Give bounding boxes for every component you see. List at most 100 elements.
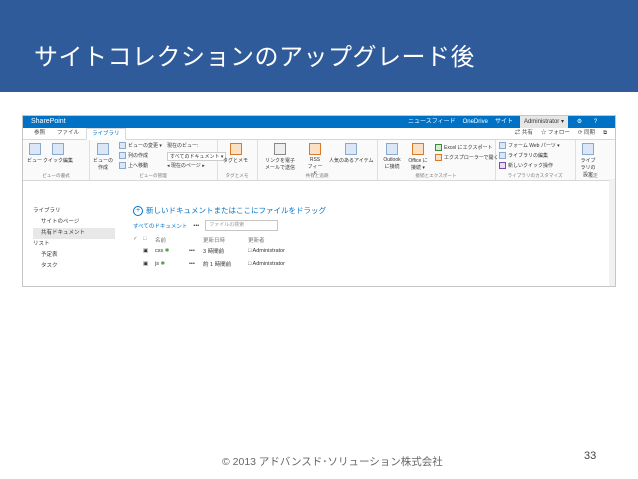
row-modified-by[interactable]: □ Administrator [248, 248, 285, 254]
tags-button[interactable]: タグとメモ [223, 143, 248, 164]
row-modified: 約 1 時間前 [203, 261, 232, 268]
modified-by-column-header[interactable]: 更新者 [248, 236, 265, 244]
folder-icon [435, 154, 442, 161]
sharepoint-brand[interactable]: SharePoint [31, 116, 66, 128]
row-name[interactable]: js ✱ [155, 261, 189, 267]
ribbon-group-customize: フォーム Web パーツ ▾ ライブラリの編集 新しいクイック操作 ライブラリの… [495, 140, 576, 180]
create-column-label: 列の作成 [128, 153, 149, 159]
user-menu[interactable]: Administrator ▾ [519, 116, 568, 128]
new-quick-step-button[interactable]: 新しいクイック操作 [499, 162, 553, 169]
help-icon[interactable]: ? [591, 116, 600, 128]
new-quick-step-label: 新しいクイック操作 [508, 163, 554, 169]
share-button[interactable]: ⇄ 共有 [515, 128, 533, 139]
folder-icon: ▣ [143, 260, 149, 267]
excel-icon [435, 144, 442, 151]
row-menu[interactable]: ••• [189, 261, 203, 267]
popular-items-icon [345, 143, 358, 155]
navigate-up-label: 上へ移動 [128, 163, 149, 169]
sync-button[interactable]: ⟳ 同期 [578, 128, 595, 139]
focus-button[interactable]: ⧉ [603, 128, 607, 139]
modified-column-header[interactable]: 更新日時 [203, 236, 248, 244]
row-name-text: js [155, 260, 159, 267]
row-name[interactable]: css ✱ [155, 248, 189, 254]
sync-icon: ⟳ [577, 130, 583, 136]
select-all-checkbox[interactable]: ✓ [133, 236, 143, 244]
quick-launch: ライブラリ サイトのページ 共有ドキュメント リスト 予定表 タスク [33, 206, 115, 272]
tab-library[interactable]: ライブラリ [86, 128, 126, 140]
create-view-label: ビューの作成 [93, 158, 114, 171]
form-webparts-icon [499, 142, 506, 149]
ribbon-tabs: 参照 ファイル ライブラリ ⇄ 共有 ☆ フォロー ⟳ 同期 ⧉ [23, 128, 615, 140]
vertical-scrollbar[interactable] [609, 179, 615, 286]
excel-export-label: Excel にエクスポート [444, 145, 493, 151]
sharepoint-suite-bar: SharePoint ニュースフィード OneDrive サイト Adminis… [23, 116, 615, 128]
newsfeed-link[interactable]: ニュースフィード [408, 116, 456, 128]
form-webparts-button[interactable]: フォーム Web パーツ ▾ [499, 142, 560, 149]
group-label-tags: タグとメモ [225, 173, 249, 178]
nav-tasks[interactable]: タスク [33, 261, 115, 272]
group-label-view-manage: ビューの管理 [139, 173, 167, 178]
onedrive-link[interactable]: OneDrive [463, 116, 488, 128]
edit-library-button[interactable]: ライブラリの編集 [499, 152, 548, 159]
rss-button[interactable]: RSS フィード [307, 143, 323, 177]
quick-edit-button[interactable]: クイック編集 [43, 143, 73, 164]
create-view-icon [97, 143, 109, 155]
tab-browse[interactable]: 参照 [29, 128, 50, 139]
outlook-connect-button[interactable]: Outlook に接続 [381, 143, 403, 170]
list-header: ✓ □ 名前 更新日時 更新者 [133, 236, 326, 244]
view-icon [28, 143, 41, 155]
table-row[interactable]: ▣ js ✱ ••• 約 1 時間前 □ Administrator [133, 257, 326, 270]
nav-shared-documents[interactable]: 共有ドキュメント [33, 228, 115, 239]
create-view-button[interactable]: ビューの作成 [93, 143, 113, 171]
row-modified-by[interactable]: □ Administrator [248, 261, 285, 267]
current-page-pager[interactable]: ◂ 現在のページ ▸ [167, 162, 205, 169]
office-label: Office に接続 ▾ [408, 158, 428, 171]
folder-icon: ▣ [143, 247, 149, 254]
row-name-text: css [155, 247, 164, 254]
type-column-header[interactable]: □ [143, 236, 155, 244]
nav-libraries[interactable]: ライブラリ [33, 206, 115, 217]
ribbon: ビュー クイック編集 ビューの書式 ビューの作成 ビューの変更 ▾ 列の作成 上… [23, 140, 615, 181]
suite-links: ニュースフィード OneDrive サイト Administrator ▾ ⚙ … [408, 116, 600, 128]
edit-library-label: ライブラリの編集 [508, 153, 549, 159]
tags-icon [229, 143, 242, 155]
row-modified: 3 時間前 [203, 248, 225, 255]
all-documents-view[interactable]: すべてのドキュメント [133, 222, 187, 230]
popular-items-button[interactable]: 人気のあるアイテム [329, 143, 374, 164]
modify-view-button[interactable]: ビューの変更 ▾ [119, 142, 162, 149]
row-menu[interactable]: ••• [189, 248, 203, 254]
sites-link[interactable]: サイト [495, 116, 513, 128]
new-document-link[interactable]: + 新しいドキュメントまたはここにファイルをドラッグ [133, 205, 326, 216]
nav-site-pages[interactable]: サイトのページ [33, 217, 115, 228]
table-row[interactable]: ▣ css ✱ ••• 3 時間前 □ Administrator [133, 244, 326, 257]
excel-export-button[interactable]: Excel にエクスポート [435, 144, 492, 151]
current-view-label: 現在のビュー: [167, 143, 199, 149]
plus-icon: + [133, 205, 143, 216]
email-link-button[interactable]: リンクを電子メールで送信 [263, 143, 297, 171]
follow-button[interactable]: ☆ フォロー [541, 128, 570, 139]
tab-files[interactable]: ファイル [52, 128, 84, 139]
navigate-up-button[interactable]: 上へ移動 [119, 162, 148, 169]
share-label: 共有 [521, 130, 533, 136]
slide-footer: © 2013 アドバンスド･ソリューション株式会社 [222, 456, 443, 468]
navigate-up-icon [119, 162, 126, 169]
search-input[interactable]: ファイルの検索 [205, 220, 279, 231]
create-column-button[interactable]: 列の作成 [119, 152, 148, 159]
view-selector-row: すべてのドキュメント ••• ファイルの検索 [133, 220, 326, 231]
view-more-menu[interactable]: ••• [193, 223, 199, 229]
new-badge: ✱ [164, 247, 170, 254]
explorer-open-label: エクスプローラーで開く [444, 155, 499, 161]
group-label-view-format: ビューの書式 [42, 173, 70, 178]
nav-lists[interactable]: リスト [33, 239, 115, 250]
modify-view-label: ビューの変更 ▾ [128, 143, 162, 149]
ribbon-group-view-manage: ビューの作成 ビューの変更 ▾ 列の作成 上へ移動 現在のビュー: すべてのドキ… [89, 140, 227, 180]
view-label: ビュー [27, 158, 43, 164]
slide-title-bar: サイトコレクションのアップグレード後 [0, 0, 638, 92]
cog-icon[interactable]: ⚙ [575, 116, 584, 128]
nav-calendar[interactable]: 予定表 [33, 250, 115, 261]
office-connect-button[interactable]: Office に接続 ▾ [407, 143, 429, 171]
name-column-header[interactable]: 名前 [155, 236, 189, 244]
view-button[interactable]: ビュー [27, 143, 42, 164]
explorer-open-button[interactable]: エクスプローラーで開く [435, 154, 499, 161]
sharepoint-screenshot: SharePoint ニュースフィード OneDrive サイト Adminis… [22, 115, 616, 287]
